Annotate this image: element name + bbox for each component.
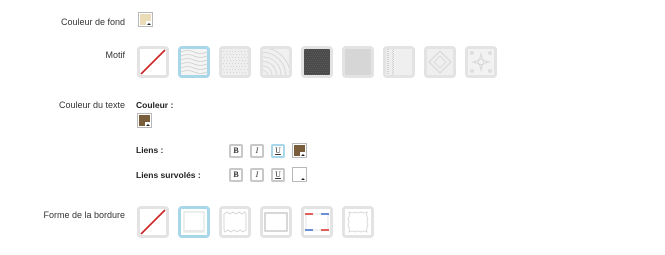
links-color-picker[interactable] <box>292 143 307 158</box>
bold-icon: B <box>231 146 241 156</box>
motif-option-pattern-3[interactable] <box>260 46 292 78</box>
border-tape-icon <box>304 209 330 235</box>
dropdown-arrow-icon <box>300 176 306 181</box>
pattern-grid-icon <box>345 49 371 75</box>
hover-bold-button[interactable]: B <box>229 168 243 182</box>
border-shadow-icon <box>181 209 207 235</box>
hover-underline-button[interactable]: U <box>271 168 285 182</box>
border-option-frame[interactable] <box>260 206 292 238</box>
border-frame-icon <box>263 209 289 235</box>
none-slash-icon <box>140 209 166 235</box>
border-stamp-icon <box>345 209 371 235</box>
none-slash-icon <box>140 49 166 75</box>
motif-option-pattern-7[interactable] <box>424 46 456 78</box>
border-option-torn[interactable] <box>219 206 251 238</box>
border-option-none[interactable] <box>137 206 169 238</box>
pattern-ripple-icon <box>263 49 289 75</box>
border-option-tape[interactable] <box>301 206 333 238</box>
motif-option-pattern-8[interactable] <box>465 46 497 78</box>
links-label: Liens : <box>136 145 164 155</box>
motif-option-pattern-2[interactable] <box>219 46 251 78</box>
border-option-stamp[interactable] <box>342 206 374 238</box>
underline-icon: U <box>273 170 283 180</box>
underline-icon: U <box>273 146 283 156</box>
pattern-dots-icon <box>222 49 248 75</box>
motif-option-pattern-4[interactable] <box>301 46 333 78</box>
motif-label: Motif <box>105 50 125 60</box>
links-italic-button[interactable]: I <box>250 144 264 158</box>
pattern-dark-icon <box>304 49 330 75</box>
motif-option-pattern-1[interactable] <box>178 46 210 78</box>
italic-icon: I <box>252 146 262 156</box>
motif-option-pattern-6[interactable] <box>383 46 415 78</box>
hover-links-label: Liens survolés : <box>136 170 201 180</box>
motif-option-pattern-5[interactable] <box>342 46 374 78</box>
hover-color-picker[interactable] <box>292 167 307 182</box>
bold-icon: B <box>231 170 241 180</box>
text-color-sublabel: Couleur : <box>136 100 174 110</box>
background-color-picker[interactable] <box>138 12 153 27</box>
pattern-noise-icon <box>386 49 412 75</box>
links-bold-button[interactable]: B <box>229 144 243 158</box>
dropdown-arrow-icon <box>145 122 151 127</box>
italic-icon: I <box>252 170 262 180</box>
motif-option-none[interactable] <box>137 46 169 78</box>
links-underline-button[interactable]: U <box>271 144 285 158</box>
border-option-shadow[interactable] <box>178 206 210 238</box>
text-color-picker[interactable] <box>137 113 152 128</box>
pattern-diamond-icon <box>427 49 453 75</box>
border-torn-icon <box>222 209 248 235</box>
pattern-waves-icon <box>181 49 207 75</box>
background-color-label: Couleur de fond <box>60 17 125 27</box>
text-color-label: Couleur du texte <box>58 100 125 110</box>
dropdown-arrow-icon <box>146 21 152 26</box>
hover-italic-button[interactable]: I <box>250 168 264 182</box>
pattern-floral-icon <box>468 49 494 75</box>
dropdown-arrow-icon <box>300 152 306 157</box>
border-shape-label: Forme de la bordure <box>43 210 125 220</box>
